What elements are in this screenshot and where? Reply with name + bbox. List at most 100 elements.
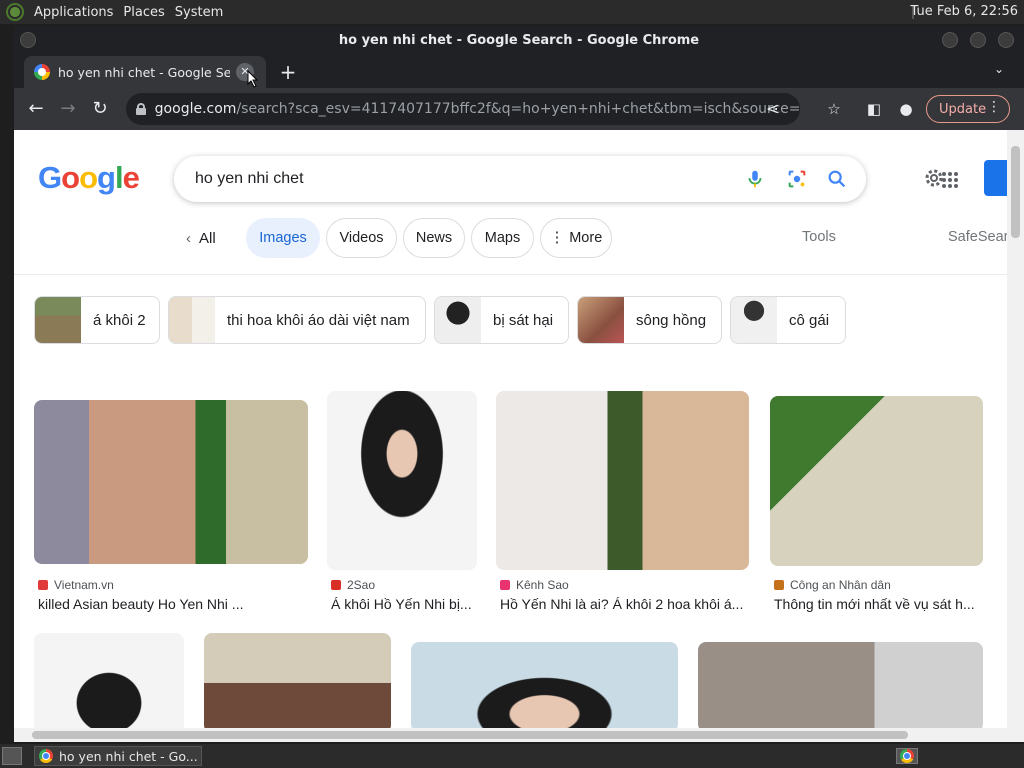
update-button[interactable]: Update ⋮ — [926, 95, 1010, 123]
taskbar-item-label: ho yen nhi chet - Go... — [59, 748, 198, 764]
maximize-button[interactable] — [970, 32, 986, 48]
profile-icon[interactable]: ● — [896, 99, 916, 119]
chip-label: bị sát hại — [493, 311, 554, 329]
result-source: Kênh Sao — [500, 578, 569, 592]
tab-google-search[interactable]: ho yen nhi chet - Google Search ✕ — [24, 56, 266, 88]
horizontal-scrollbar-thumb[interactable] — [32, 731, 908, 739]
google-logo[interactable]: Google — [38, 160, 140, 196]
bookmark-star-icon[interactable]: ☆ — [824, 99, 844, 119]
window-menu-icon[interactable] — [20, 32, 36, 48]
filter-all-label: All — [199, 229, 216, 247]
more-menu-icon[interactable]: ⋮ — [987, 99, 1001, 115]
back-button[interactable]: ← — [24, 97, 48, 121]
filter-all[interactable]: ‹ All — [186, 218, 216, 258]
chrome-window: ho yen nhi chet - Google Search - Google… — [14, 26, 1024, 742]
system-logo-icon[interactable] — [6, 3, 24, 21]
source-favicon-icon — [331, 580, 341, 590]
share-icon[interactable]: ⋖ — [766, 99, 779, 118]
image-result[interactable] — [698, 642, 983, 728]
related-chip[interactable]: bị sát hại — [434, 296, 569, 344]
chip-label: thi hoa khôi áo dài việt nam — [227, 311, 410, 329]
lens-icon[interactable] — [786, 168, 808, 190]
browser-toolbar: ← → ↻ google.com /search?sca_esv=4117407… — [14, 88, 1024, 130]
window-title: ho yen nhi chet - Google Search - Google… — [338, 33, 700, 48]
source-name: Kênh Sao — [516, 578, 569, 592]
source-favicon-icon — [500, 580, 510, 590]
address-bar[interactable]: google.com /search?sca_esv=4117407177bff… — [126, 93, 800, 125]
menu-system[interactable]: System — [175, 5, 223, 20]
page-content: Google ho yen nhi chet ‹ All Images Vide… — [14, 130, 1007, 728]
chip-label: á khôi 2 — [93, 311, 146, 329]
new-tab-button[interactable]: + — [276, 60, 300, 84]
tab-search-chevron-icon[interactable]: ⌄ — [994, 62, 1004, 76]
side-panel-icon[interactable]: ◧ — [864, 99, 884, 119]
taskbar: ho yen nhi chet - Go... — [0, 744, 1024, 768]
chrome-icon — [900, 749, 914, 763]
chevron-left-icon: ‹ — [186, 229, 191, 247]
search-input[interactable]: ho yen nhi chet — [195, 170, 304, 188]
search-icon[interactable] — [826, 168, 848, 190]
source-name: 2Sao — [347, 578, 376, 592]
tray-chrome-icon[interactable] — [896, 748, 918, 764]
result-title[interactable]: killed Asian beauty Ho Yen Nhi ... — [38, 596, 308, 612]
horizontal-scrollbar[interactable] — [14, 728, 1024, 742]
filter-more[interactable]: ⋮ More — [540, 218, 612, 258]
filter-maps[interactable]: Maps — [471, 218, 534, 258]
url-path: /search?sca_esv=4117407177bffc2f&q=ho+ye… — [236, 101, 800, 117]
image-result[interactable] — [34, 633, 184, 728]
related-chip[interactable]: á khôi 2 — [34, 296, 160, 344]
lock-icon[interactable] — [136, 103, 146, 115]
filter-videos[interactable]: Videos — [326, 218, 397, 258]
result-image[interactable] — [770, 396, 983, 566]
source-name: Vietnam.vn — [54, 578, 114, 592]
result-source: 2Sao — [331, 578, 375, 592]
mic-icon[interactable] — [744, 168, 766, 190]
filter-images[interactable]: Images — [246, 218, 320, 258]
result-title[interactable]: Hồ Yến Nhi là ai? Á khôi 2 hoa khôi á... — [500, 596, 746, 612]
filters-divider — [14, 274, 1007, 275]
related-chip[interactable]: thi hoa khôi áo dài việt nam — [168, 296, 426, 344]
tab-title: ho yen nhi chet - Google Search — [58, 64, 230, 80]
update-label: Update — [939, 101, 987, 117]
image-result[interactable] — [204, 633, 391, 728]
google-favicon-icon — [34, 64, 50, 80]
result-image[interactable] — [327, 391, 477, 570]
reload-button[interactable]: ↻ — [88, 97, 112, 121]
chip-thumbnail — [169, 297, 215, 343]
search-box[interactable]: ho yen nhi chet — [174, 156, 866, 202]
forward-button[interactable]: → — [56, 97, 80, 121]
sign-in-button[interactable] — [984, 160, 1007, 196]
vertical-scrollbar[interactable] — [1007, 130, 1024, 728]
more-vert-icon: ⋮ — [549, 230, 565, 246]
chip-thumbnail — [578, 297, 624, 343]
chip-thumbnail — [35, 297, 81, 343]
menu-places[interactable]: Places — [123, 5, 164, 20]
image-result[interactable] — [411, 642, 678, 728]
taskbar-chrome-window[interactable]: ho yen nhi chet - Go... — [34, 746, 202, 766]
clock[interactable]: Tue Feb 6, 22:56 — [911, 4, 1019, 19]
related-chip[interactable]: cô gái — [730, 296, 846, 344]
system-panel: Applications Places System Tue Feb 6, 22… — [0, 0, 1024, 24]
menu-applications[interactable]: Applications — [34, 5, 113, 20]
show-desktop-icon[interactable] — [2, 747, 22, 765]
close-window-button[interactable] — [998, 32, 1014, 48]
tab-strip: ho yen nhi chet - Google Search ✕ + ⌄ — [14, 56, 1024, 88]
result-image[interactable] — [496, 391, 749, 570]
safesearch-button[interactable]: SafeSear — [948, 229, 1007, 245]
related-chip[interactable]: sông hồng — [577, 296, 722, 344]
tools-button[interactable]: Tools — [802, 229, 836, 245]
vertical-scrollbar-thumb[interactable] — [1011, 146, 1020, 238]
chrome-icon — [39, 749, 53, 763]
result-title[interactable]: Thông tin mới nhất về vụ sát h... — [774, 596, 984, 612]
source-name: Công an Nhân dân — [790, 578, 891, 592]
filter-news[interactable]: News — [403, 218, 465, 258]
result-image[interactable] — [34, 400, 308, 564]
minimize-button[interactable] — [942, 32, 958, 48]
chip-label: cô gái — [789, 311, 830, 329]
search-filters: ‹ All Images Videos News Maps ⋮ More Too… — [14, 218, 1007, 258]
result-source: Vietnam.vn — [38, 578, 114, 592]
apps-grid-icon[interactable] — [940, 170, 960, 190]
window-titlebar[interactable]: ho yen nhi chet - Google Search - Google… — [14, 26, 1024, 56]
chip-thumbnail — [435, 297, 481, 343]
result-title[interactable]: Á khôi Hồ Yến Nhi bị... — [331, 596, 481, 612]
